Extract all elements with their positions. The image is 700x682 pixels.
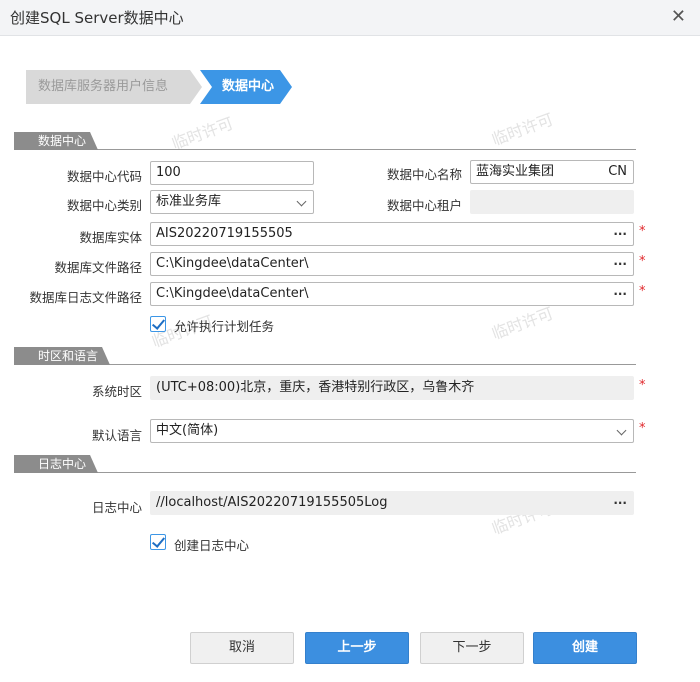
db-entity-label: 数据库实体 [79, 230, 142, 245]
log-center-label: 日志中心 [91, 500, 142, 515]
allow-tasks-checkbox[interactable] [150, 316, 166, 332]
ellipsis-icon[interactable]: ··· [613, 283, 627, 305]
section-title: 时区和语言 [14, 347, 110, 365]
language-label: 默认语言 [91, 428, 142, 443]
required-mark: * [639, 224, 646, 239]
next-button[interactable]: 下一步 [420, 632, 524, 664]
ellipsis-icon[interactable]: ··· [613, 492, 627, 514]
datacenter-category-value: 标准业务库 [156, 194, 222, 209]
title-bar: 创建SQL Server数据中心 ✕ [0, 0, 700, 36]
datacenter-tenant-input[interactable] [470, 190, 634, 214]
timezone-value: (UTC+08:00)北京，重庆，香港特别行政区，乌鲁木齐 [156, 380, 475, 395]
datacenter-category-select[interactable]: 标准业务库 [150, 190, 314, 214]
db-file-path-value: C:\Kingdee\dataCenter\ [156, 256, 309, 271]
ellipsis-icon[interactable]: ··· [613, 253, 627, 275]
section-log-center: 日志中心 [14, 455, 636, 473]
allow-tasks-label: 允许执行计划任务 [174, 319, 275, 334]
section-title: 数据中心 [14, 132, 98, 150]
datacenter-code-input[interactable]: 100 [150, 161, 314, 185]
log-center-input[interactable]: //localhost/AIS20220719155505Log ··· [150, 491, 634, 515]
name-label: 数据中心名称 [386, 167, 462, 182]
create-log-label: 创建日志中心 [174, 538, 250, 553]
cancel-button[interactable]: 取消 [190, 632, 294, 664]
datacenter-name-value: 蓝海实业集团 [476, 164, 555, 179]
step-datacenter: 数据中心 [200, 70, 292, 104]
timezone-field[interactable]: (UTC+08:00)北京，重庆，香港特别行政区，乌鲁木齐 [150, 376, 634, 400]
language-code-suffix: CN [608, 164, 627, 179]
required-mark: * [639, 421, 646, 436]
default-language-select[interactable]: 中文(简体) [150, 419, 634, 443]
tenant-label: 数据中心租户 [386, 198, 462, 213]
datacenter-code-value: 100 [156, 165, 181, 180]
required-mark: * [639, 254, 646, 269]
step-db-server-user: 数据库服务器用户信息 [26, 70, 202, 104]
db-entity-value: AIS20220719155505 [156, 226, 293, 241]
timezone-label: 系统时区 [91, 384, 142, 399]
log-center-value: //localhost/AIS20220719155505Log [156, 495, 388, 510]
section-datacenter: 数据中心 [14, 132, 636, 150]
watermark: 临时许可 [489, 303, 556, 344]
section-title: 日志中心 [14, 455, 98, 473]
db-file-path-input[interactable]: C:\Kingdee\dataCenter\ ··· [150, 252, 634, 276]
category-label: 数据中心类别 [66, 198, 142, 213]
db-log-path-input[interactable]: C:\Kingdee\dataCenter\ ··· [150, 282, 634, 306]
chevron-down-icon [296, 196, 307, 207]
db-file-path-label: 数据库文件路径 [54, 260, 142, 275]
prev-button[interactable]: 上一步 [305, 632, 409, 664]
datacenter-name-input[interactable]: 蓝海实业集团 CN [470, 160, 634, 184]
create-log-checkbox[interactable] [150, 534, 166, 550]
window-title: 创建SQL Server数据中心 [10, 9, 184, 27]
required-mark: * [639, 284, 646, 299]
ellipsis-icon[interactable]: ··· [613, 223, 627, 245]
close-icon[interactable]: ✕ [671, 6, 686, 27]
default-language-value: 中文(简体) [156, 423, 219, 438]
chevron-down-icon [616, 425, 627, 436]
db-log-path-label: 数据库日志文件路径 [29, 290, 142, 305]
section-timezone-language: 时区和语言 [14, 347, 636, 365]
db-log-path-value: C:\Kingdee\dataCenter\ [156, 286, 309, 301]
required-mark: * [639, 378, 646, 393]
create-button[interactable]: 创建 [533, 632, 637, 664]
db-entity-input[interactable]: AIS20220719155505 ··· [150, 222, 634, 246]
code-label: 数据中心代码 [66, 169, 142, 184]
